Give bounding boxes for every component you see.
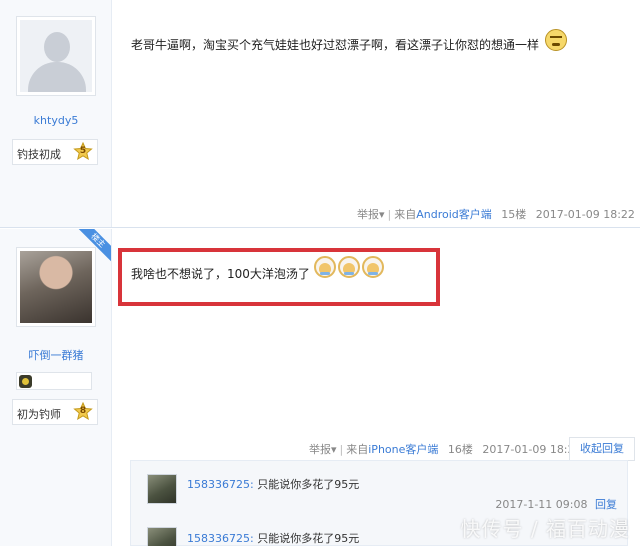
reply-content: 158336725: 只能说你多花了95元 xyxy=(187,476,359,492)
level-number: 5 xyxy=(79,146,87,156)
post-text: 老哥牛逼啊，淘宝买个充气娃娃也好过怼漂子啊，看这漂子让你怼的想通一样 xyxy=(131,38,540,52)
floor-number: 16楼 xyxy=(447,443,473,456)
author-sidebar: 楼主 吓倒一群猪 初为钓师 8 xyxy=(0,229,112,546)
level-badge[interactable]: 钓技初成 5 xyxy=(12,139,98,165)
default-avatar-icon xyxy=(20,20,92,92)
reply-content: 158336725: 只能说你多花了95元 xyxy=(187,530,359,546)
star-badge-icon: 8 xyxy=(73,402,93,422)
author-sidebar: khtydy5 钓技初成 5 xyxy=(0,0,112,227)
reply-time: 2017-1-11 09:08 xyxy=(495,498,588,511)
post-floor-15: khtydy5 钓技初成 5 老哥牛逼啊，淘宝买个充气娃娃也好过怼漂子啊，看这漂… xyxy=(0,0,640,228)
avatar[interactable] xyxy=(16,16,96,96)
username[interactable]: 吓倒一群猪 xyxy=(0,347,112,363)
source-link[interactable]: iPhone客户端 xyxy=(368,443,438,456)
level-label: 初为钓师 xyxy=(17,408,61,421)
reply-text: 只能说你多花了95元 xyxy=(253,532,360,545)
separator: | xyxy=(339,443,344,456)
report-link[interactable]: 举报 xyxy=(357,208,379,221)
reply-username[interactable]: 158336725: xyxy=(187,532,254,545)
reply-meta: 2017-1-11 09:08 回复 xyxy=(495,496,617,512)
level-badge[interactable]: 初为钓师 8 xyxy=(12,399,98,425)
post-time: 2017-01-09 18:24 xyxy=(482,443,582,456)
post-time: 2017-01-09 18:22 xyxy=(535,208,635,221)
separator: | xyxy=(387,208,392,221)
floor-number: 15楼 xyxy=(501,208,527,221)
post-main: 老哥牛逼啊，淘宝买个充气娃娃也好过怼漂子啊，看这漂子让你怼的想通一样 举报▾ | 来… xyxy=(113,0,640,227)
highlight-annotation-box xyxy=(118,248,440,306)
angry-face-icon xyxy=(544,28,567,51)
avatar[interactable] xyxy=(16,247,96,327)
caret-down-icon[interactable]: ▾ xyxy=(379,208,385,221)
collapse-replies-button[interactable]: 收起回复 xyxy=(569,437,635,461)
watermark: 快传号 / 福百动漫 xyxy=(460,517,630,541)
level-number: 8 xyxy=(79,406,87,416)
medal-bar[interactable] xyxy=(16,372,92,390)
reply-text: 只能说你多花了95元 xyxy=(253,478,360,491)
source-prefix: 来自 xyxy=(394,208,417,221)
medal-icon[interactable] xyxy=(19,375,32,388)
report-link[interactable]: 举报 xyxy=(309,443,331,456)
reply-avatar[interactable] xyxy=(147,527,177,546)
level-label: 钓技初成 xyxy=(17,148,61,161)
source-prefix: 来自 xyxy=(346,443,369,456)
reply-avatar[interactable] xyxy=(147,474,177,504)
reply-username[interactable]: 158336725: xyxy=(187,478,254,491)
reply-link[interactable]: 回复 xyxy=(595,498,617,511)
avatar-photo xyxy=(20,251,92,323)
source-link[interactable]: Android客户端 xyxy=(416,208,492,221)
post-content: 老哥牛逼啊，淘宝买个充气娃娃也好过怼漂子啊，看这漂子让你怼的想通一样 xyxy=(131,28,567,53)
post-meta: 举报▾ | 来自iPhone客户端 16楼 2017-01-09 18:24 xyxy=(309,441,582,457)
post-meta: 举报▾|来自Android客户端 15楼 2017-01-09 18:22 回复 xyxy=(357,206,640,222)
caret-down-icon[interactable]: ▾ xyxy=(331,443,337,456)
star-badge-icon: 5 xyxy=(73,142,93,162)
username[interactable]: khtydy5 xyxy=(0,114,112,127)
